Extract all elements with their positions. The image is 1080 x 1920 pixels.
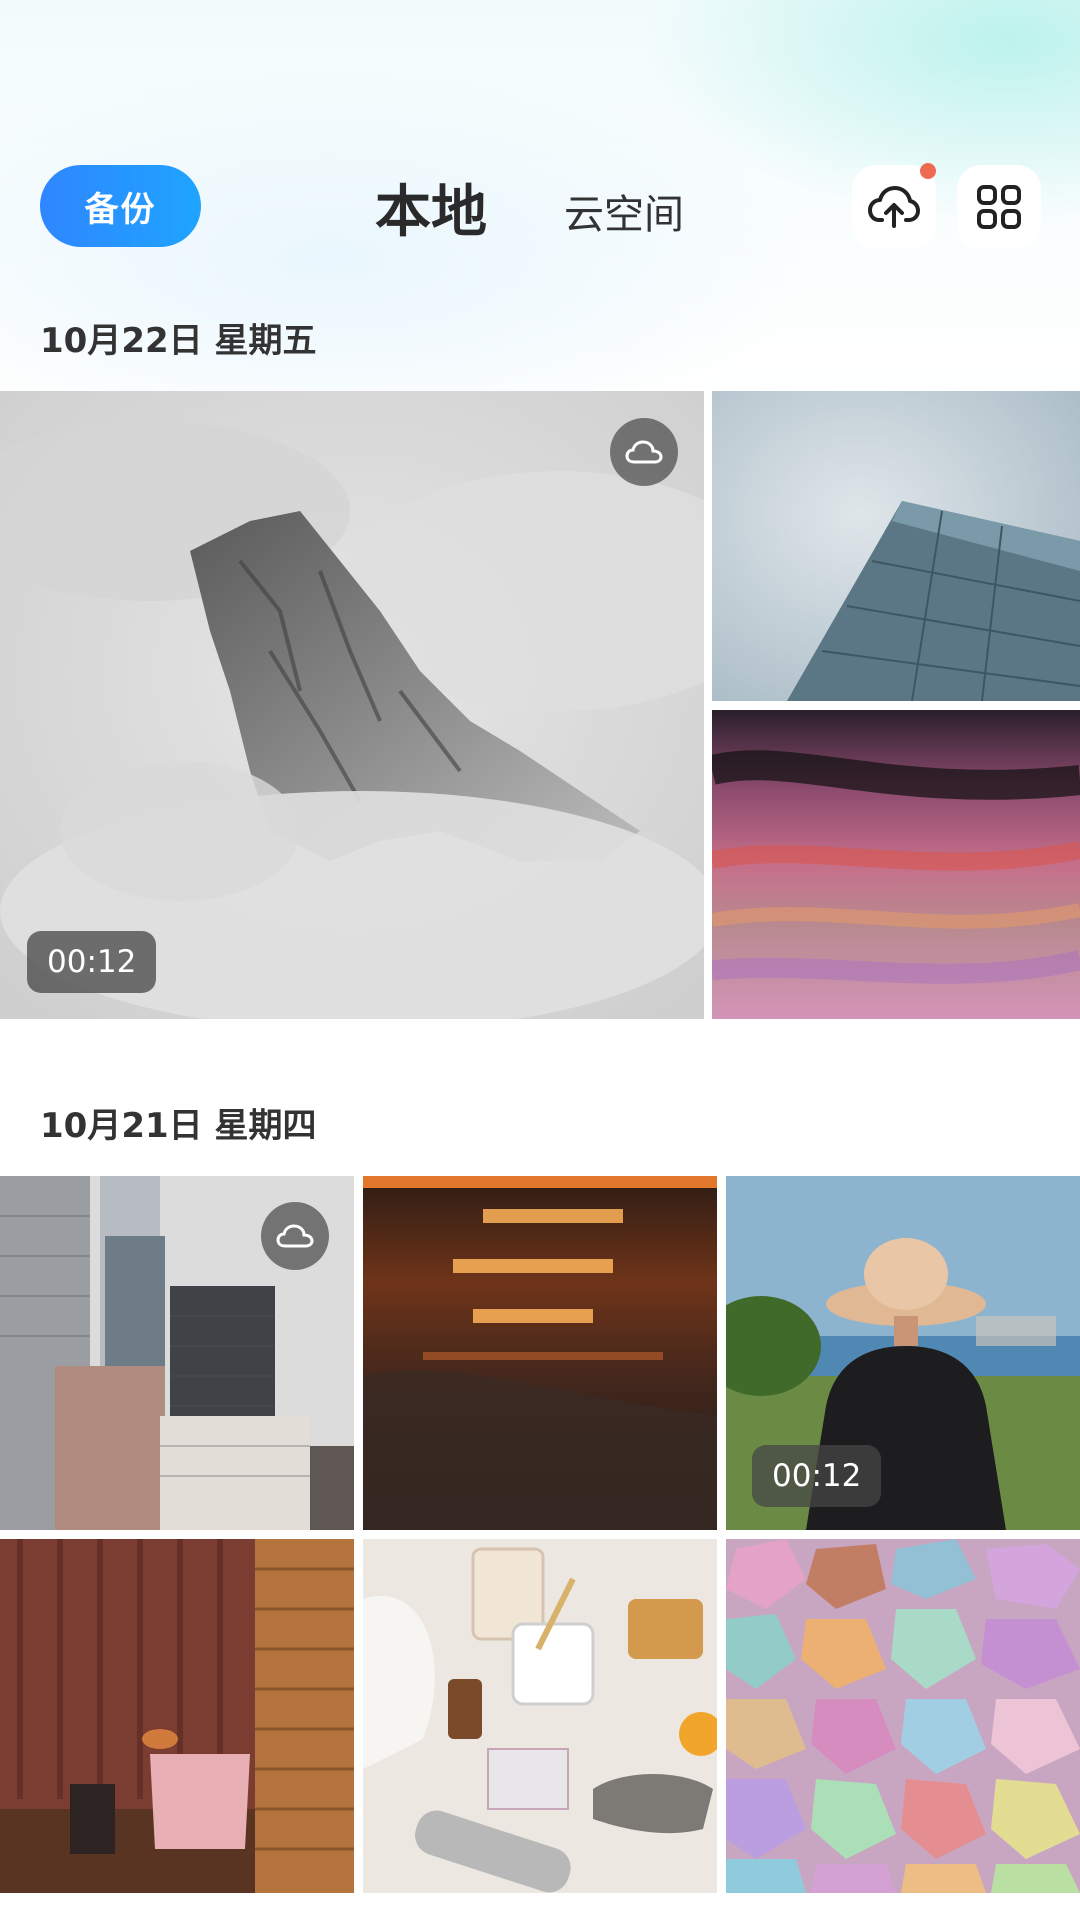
notification-dot — [920, 163, 936, 179]
photo-tile-curtain-cat[interactable] — [0, 1539, 354, 1893]
video-duration: 00:12 — [752, 1445, 882, 1507]
building-photo — [712, 391, 1080, 701]
photo-tile-city[interactable] — [0, 1176, 354, 1530]
photo-tile-sunset-sea[interactable] — [363, 1176, 717, 1530]
backup-button[interactable]: 备份 — [40, 165, 201, 247]
video-duration: 00:12 — [27, 931, 157, 993]
cloud-icon — [276, 1224, 314, 1248]
tab-cloud[interactable]: 云空间 — [564, 182, 684, 240]
photo-tile-video-woman-hat[interactable]: 00:12 — [726, 1176, 1080, 1530]
cloud-icon — [625, 440, 663, 464]
cloud-synced-badge — [610, 418, 678, 486]
cloud-upload-icon — [868, 186, 920, 228]
curtain-cat-photo — [0, 1539, 354, 1893]
section-date: 10月21日 星期四 — [40, 1106, 317, 1146]
grid-view-button[interactable] — [957, 165, 1041, 249]
photo-tile-building[interactable] — [712, 391, 1080, 701]
sunset-sea-photo — [363, 1176, 717, 1530]
top-bar: 备份 本地 云空间 — [0, 163, 1080, 249]
still-life-photo — [363, 1539, 717, 1893]
mountain-photo — [0, 391, 704, 1019]
tab-local[interactable]: 本地 — [375, 167, 487, 248]
mosaic-photo — [726, 1539, 1080, 1893]
photo-tile-mosaic[interactable] — [726, 1539, 1080, 1893]
abstract-streaks-photo — [712, 710, 1080, 1019]
photo-tile-abstract-streaks[interactable] — [712, 710, 1080, 1019]
photo-tile-still-life[interactable] — [363, 1539, 717, 1893]
cloud-synced-badge — [261, 1202, 329, 1270]
photo-tile-video-mountain[interactable]: 00:12 — [0, 391, 704, 1019]
section-date: 10月22日 星期五 — [40, 321, 317, 361]
grid-view-icon — [977, 185, 1021, 229]
